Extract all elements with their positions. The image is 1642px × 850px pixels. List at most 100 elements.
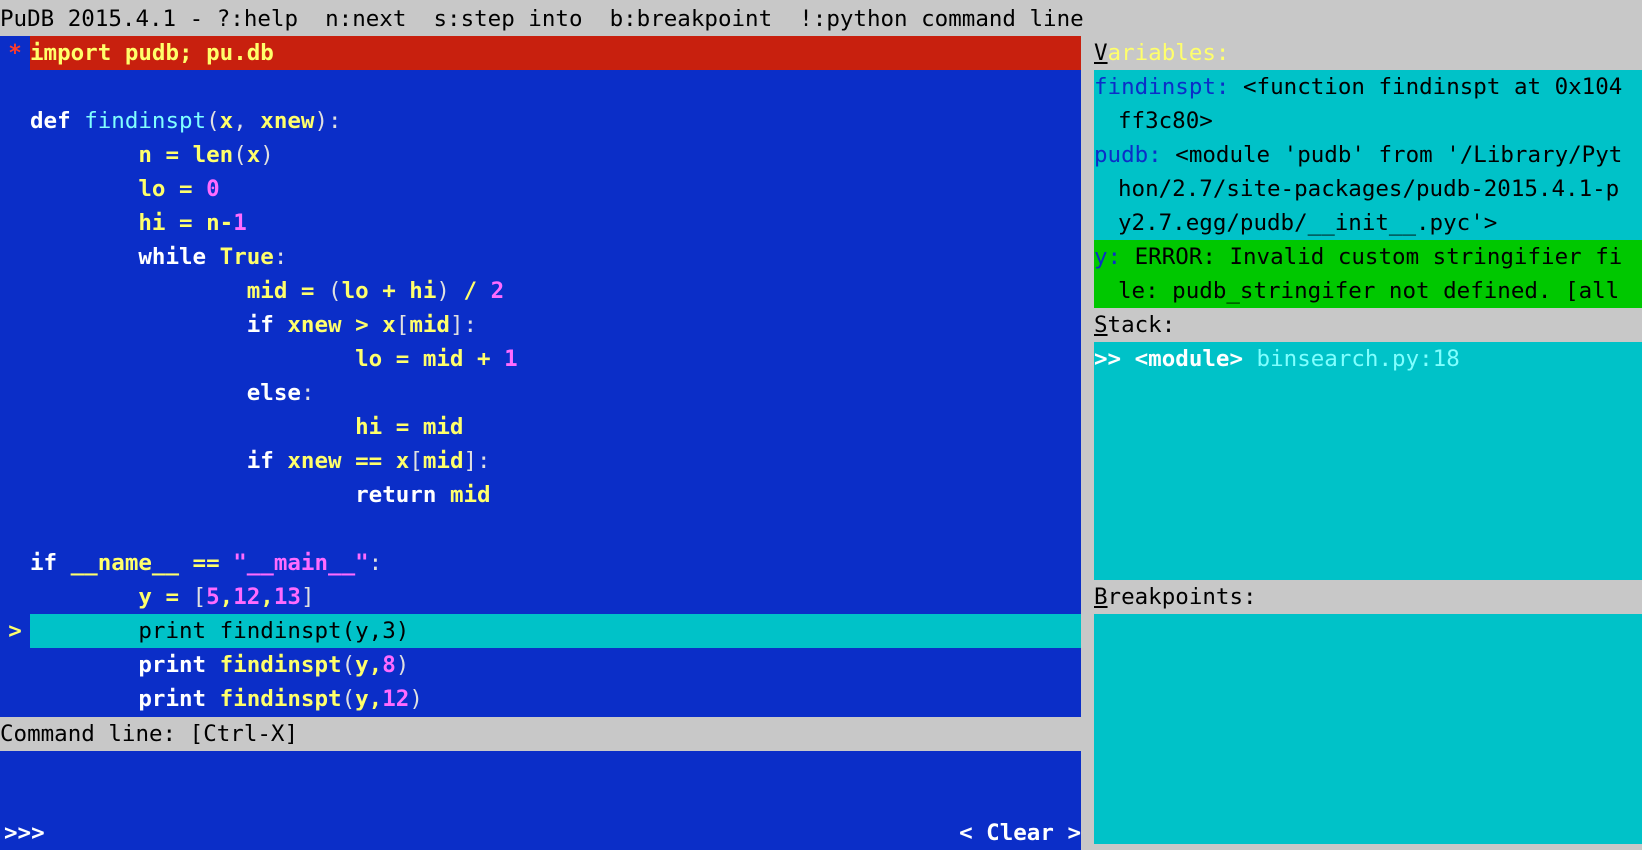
code-text: def findinspt(x, xnew):: [30, 104, 1081, 138]
variable-value: <function findinspt at 0x104: [1229, 74, 1623, 100]
variable-entry[interactable]: pudb: <module 'pudb' from '/Library/Pyt h…: [1094, 138, 1642, 240]
code-token: mid: [409, 312, 450, 338]
breakpoint-line[interactable]: * import pudb; pu.db: [0, 36, 1081, 70]
code-text: if xnew > x[mid]:: [30, 308, 1081, 342]
variable-line: findinspt: <function findinspt at 0x104: [1094, 70, 1642, 104]
pane-divider[interactable]: [1081, 36, 1094, 850]
code-line[interactable]: if xnew == x[mid]:: [0, 444, 1081, 478]
title-bar: PuDB 2015.4.1 - ?:help n:next s:step int…: [0, 0, 1642, 36]
code-line[interactable]: return mid: [0, 478, 1081, 512]
code-token: (: [341, 652, 356, 678]
command-prompt[interactable]: >>>: [4, 816, 45, 850]
code-token: "__main__": [233, 550, 369, 576]
code-token: :: [368, 550, 383, 576]
stack-header[interactable]: Stack:: [1094, 308, 1642, 342]
code-token: 12: [233, 584, 261, 610]
code-token: [: [192, 584, 207, 610]
code-token: 0: [206, 176, 220, 202]
stack-frame[interactable]: >> <module> binsearch.py:18: [1094, 342, 1642, 376]
code-line[interactable]: while True:: [0, 240, 1081, 274]
variables-hotkey: V: [1094, 40, 1108, 66]
code-token: ==: [179, 550, 234, 576]
code-token: return: [355, 482, 450, 508]
code-text: n = len(x): [30, 138, 1081, 172]
code-token: >: [341, 312, 383, 338]
code-token: [: [395, 312, 410, 338]
code-line[interactable]: n = len(x): [0, 138, 1081, 172]
code-token: 1: [233, 210, 247, 236]
breakpoints-list[interactable]: [1094, 614, 1642, 844]
variables-list[interactable]: findinspt: <function findinspt at 0x104 f…: [1094, 70, 1642, 308]
code-line[interactable]: y = [5,12,13]: [0, 580, 1081, 614]
code-token: ): [436, 278, 450, 304]
code-token: (: [341, 686, 356, 712]
code-token: ]:: [463, 448, 491, 474]
code-token: mid: [422, 414, 464, 440]
variable-line: y: ERROR: Invalid custom stringifier fi: [1094, 240, 1642, 274]
stack-title: tack:: [1107, 312, 1176, 338]
code-token: if: [30, 550, 71, 576]
code-line[interactable]: print findinspt(y,12): [0, 682, 1081, 716]
variable-line: pudb: <module 'pudb' from '/Library/Pyt: [1094, 138, 1642, 172]
sidebar: Variables: findinspt: <function findinsp…: [1094, 36, 1642, 850]
code-line[interactable]: lo = mid + 1: [0, 342, 1081, 376]
code-token: 12: [382, 686, 410, 712]
code-token: lo: [138, 176, 166, 202]
code-line[interactable]: [0, 512, 1081, 546]
stack-list[interactable]: >> <module> binsearch.py:18: [1094, 342, 1642, 580]
code-line[interactable]: [0, 70, 1081, 104]
current-frame-marker: >>: [1094, 346, 1135, 372]
variable-value-continued: le: pudb_stringifer not defined. [all: [1118, 278, 1620, 304]
frame-location: binsearch.py:18: [1243, 346, 1460, 372]
code-token: import pudb; pu.db: [30, 40, 274, 66]
clear-button[interactable]: < Clear >: [959, 816, 1081, 850]
breakpoints-hotkey: B: [1094, 584, 1108, 610]
code-line[interactable]: if __name__ == "__main__":: [0, 546, 1081, 580]
variables-header[interactable]: Variables:: [1094, 36, 1642, 70]
code-text: mid = (lo + hi) / 2: [30, 274, 1081, 308]
code-line[interactable]: if xnew > x[mid]:: [0, 308, 1081, 342]
code-token: print: [138, 652, 220, 678]
variable-entry[interactable]: y: ERROR: Invalid custom stringifier fi l…: [1094, 240, 1642, 308]
code-text: y = [5,12,13]: [30, 580, 1081, 614]
code-token: :: [300, 380, 315, 406]
code-token: n-: [206, 210, 234, 236]
code-token: mid: [422, 448, 464, 474]
current-line[interactable]: > print findinspt(y,3): [0, 614, 1081, 648]
code-token: lo + hi: [341, 278, 437, 304]
code-line[interactable]: else:: [0, 376, 1081, 410]
line-gutter-marker: >: [8, 618, 22, 644]
code-line[interactable]: hi = n-1: [0, 206, 1081, 240]
command-line-area[interactable]: >>> < Clear >: [0, 751, 1081, 850]
code-token: ): [260, 142, 274, 168]
source-code-pane[interactable]: * import pudb; pu.db def findinspt(x, xnew…: [0, 36, 1081, 717]
code-token: def: [30, 108, 85, 134]
code-text: hi = n-1: [30, 206, 1081, 240]
code-line[interactable]: def findinspt(x, xnew):: [0, 104, 1081, 138]
code-token: x: [382, 312, 396, 338]
code-token: y: [355, 686, 369, 712]
code-token: xnew: [287, 312, 342, 338]
code-line[interactable]: print findinspt(y,8): [0, 648, 1081, 682]
code-token: =: [151, 584, 193, 610]
code-token: (: [328, 278, 342, 304]
code-token: y: [355, 652, 369, 678]
code-token: n: [138, 142, 152, 168]
code-token: True: [219, 244, 274, 270]
code-line[interactable]: mid = (lo + hi) / 2: [0, 274, 1081, 308]
code-line[interactable]: lo = 0: [0, 172, 1081, 206]
code-token: __name__: [70, 550, 180, 576]
code-token: =: [165, 176, 207, 202]
variable-entry[interactable]: findinspt: <function findinspt at 0x104 f…: [1094, 70, 1642, 138]
code-token: ==: [341, 448, 396, 474]
code-token: =: [165, 210, 207, 236]
breakpoints-header[interactable]: Breakpoints:: [1094, 580, 1642, 614]
command-line-header[interactable]: Command line: [Ctrl-X]: [0, 717, 1081, 751]
variable-value: <module 'pudb' from '/Library/Pyt: [1161, 142, 1623, 168]
code-line[interactable]: hi = mid: [0, 410, 1081, 444]
